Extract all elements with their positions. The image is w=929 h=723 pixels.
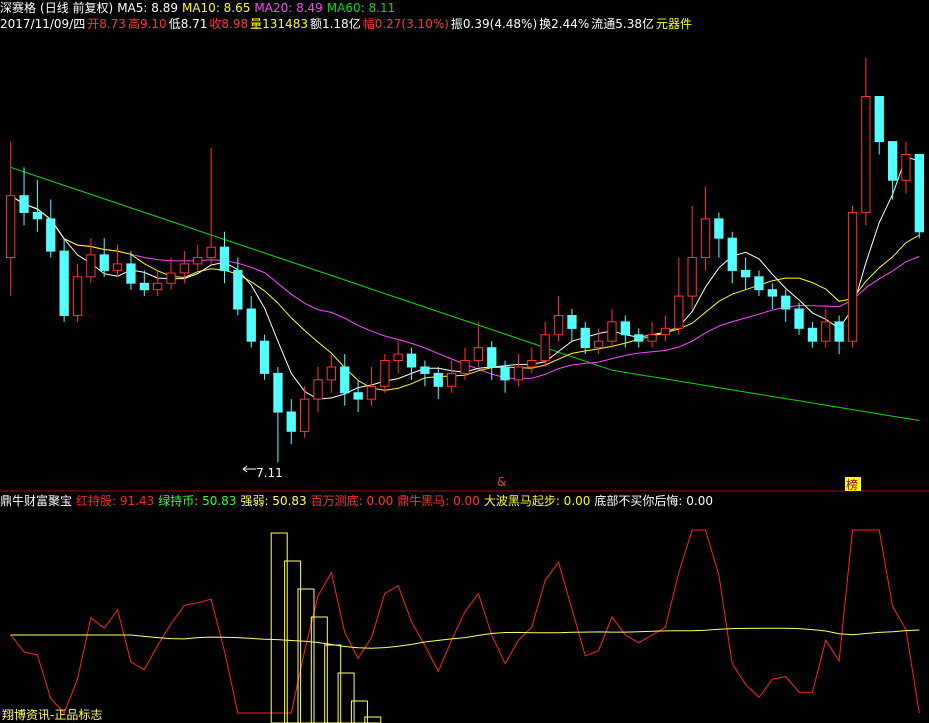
candle-body <box>19 195 29 213</box>
candle-body <box>607 321 617 342</box>
candle-body <box>233 269 243 310</box>
ind-regret: 底部不买你后悔: 0.00 <box>594 494 713 508</box>
low-price-label: 7.11 <box>256 466 283 480</box>
candle-body <box>353 392 363 400</box>
candle-body <box>32 211 43 220</box>
candle-body <box>674 295 684 329</box>
candle-body <box>246 308 256 342</box>
ma60-line <box>10 166 920 421</box>
candle-body <box>901 154 911 181</box>
annotations: 7.11 & 榜 <box>242 465 861 492</box>
candle-body <box>861 96 871 213</box>
candle-body <box>420 366 430 374</box>
candle-body <box>179 263 189 274</box>
candle-body <box>326 366 337 381</box>
indicator-red-line <box>10 529 920 714</box>
chart-canvas: 7.11 & 榜 <box>0 57 929 723</box>
candle-body <box>500 366 510 381</box>
candle-body <box>433 372 443 387</box>
candle-body <box>700 218 711 258</box>
candle-body <box>99 254 109 271</box>
candle-body <box>834 321 844 342</box>
candle-body <box>340 366 350 394</box>
candle-body <box>59 250 69 317</box>
candle-body <box>821 321 831 342</box>
candle-body <box>567 315 577 329</box>
candle-body <box>767 289 778 297</box>
candle-body <box>620 321 631 336</box>
candle-body <box>112 263 123 271</box>
candle-body <box>393 353 403 362</box>
marker-mid: & <box>497 475 506 489</box>
candle-body <box>153 282 163 291</box>
candle-body <box>687 257 697 297</box>
candle-body <box>807 327 818 342</box>
candle-body <box>406 353 417 368</box>
candle-body <box>754 276 764 291</box>
candle-body <box>447 372 457 387</box>
candle-body <box>888 141 898 181</box>
candle-body <box>219 246 230 271</box>
candle-body <box>286 411 296 432</box>
ind-strength: 强弱: 50.83 <box>240 494 307 508</box>
ma60-path <box>10 166 920 421</box>
candle-body <box>794 308 804 329</box>
candle-body <box>72 276 83 316</box>
candle-body <box>313 379 323 400</box>
candle-body <box>781 295 791 310</box>
candle-body <box>527 360 537 368</box>
candle-body <box>594 340 604 349</box>
marker-right: 榜 <box>846 477 858 492</box>
ind-red: 红持股: 91.43 <box>76 494 155 508</box>
candle-body <box>166 272 176 284</box>
candles <box>6 57 925 463</box>
candle-body <box>473 347 484 362</box>
kline-chart-window: { "header": { "stock_name": "深赛格", "peri… <box>0 0 929 723</box>
candle-body <box>741 269 751 278</box>
candle-body <box>259 340 270 374</box>
footer-watermark: 翔博资讯-正品标志 <box>2 708 103 722</box>
candle-body <box>139 282 149 291</box>
indicator-title-bar: 鼎牛财富聚宝 红持股: 91.43 绿持币: 50.83 强弱: 50.83 百万测底:… <box>0 493 929 509</box>
candle-body <box>6 195 16 258</box>
indicator-name: 鼎牛财富聚宝 <box>0 494 73 508</box>
candle-body <box>380 360 390 387</box>
candle-body <box>647 334 657 342</box>
candle-body <box>487 347 497 368</box>
candle-body <box>46 218 56 252</box>
candle-body <box>634 334 644 342</box>
candle-body <box>86 254 96 278</box>
candle-body <box>366 385 377 400</box>
candle-body <box>206 246 216 258</box>
ind-bull: 鼎牛黑马: 0.00 <box>397 494 480 508</box>
ind-green: 绿持币: 50.83 <box>158 494 237 508</box>
candle-body <box>513 366 524 381</box>
candle-body <box>553 315 564 336</box>
candle-body <box>460 360 470 374</box>
candle-body <box>847 211 858 342</box>
candle-body <box>300 398 310 432</box>
candle-body <box>727 237 737 271</box>
candle-body <box>714 218 724 239</box>
candle-body <box>874 96 884 143</box>
ind-million: 百万测底: 0.00 <box>310 494 394 508</box>
candle-body <box>273 372 283 413</box>
candle-body <box>126 263 136 284</box>
candle-body <box>914 154 925 233</box>
candle-body <box>580 327 590 349</box>
candle-body <box>660 327 671 336</box>
indicator-yellow-line <box>10 627 920 649</box>
candle-body <box>193 257 203 265</box>
candle-body <box>540 334 550 362</box>
ind-wave: 大波黑马起步: 0.00 <box>483 494 591 508</box>
indicator-panel <box>10 529 920 723</box>
